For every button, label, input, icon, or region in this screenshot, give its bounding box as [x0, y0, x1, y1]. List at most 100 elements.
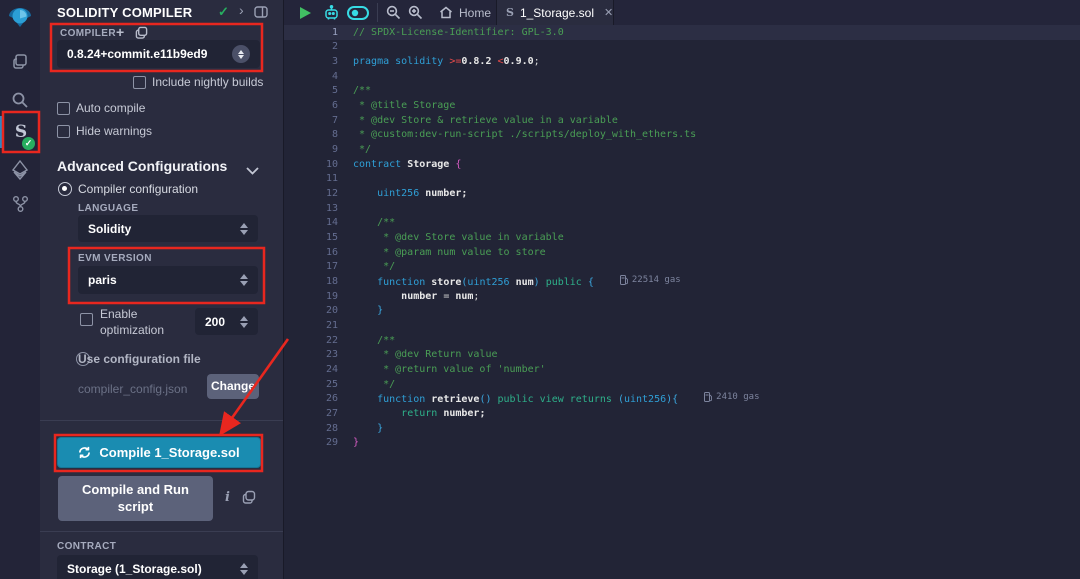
compile-button[interactable]: Compile 1_Storage.sol [57, 437, 261, 468]
code-lines[interactable]: 1// SPDX-License-Identifier: GPL-3.023pr… [284, 25, 1080, 450]
optimization-runs-input[interactable]: 200 [195, 308, 258, 335]
code-line[interactable]: 3pragma solidity >=0.8.2 <0.9.0; [284, 54, 1080, 69]
line-number: 1 [284, 27, 338, 38]
auto-compile-checkbox[interactable] [57, 102, 70, 115]
line-number: 3 [284, 56, 338, 67]
compiler-section-label: COMPILER [60, 28, 116, 39]
hide-warnings-checkbox[interactable] [57, 125, 70, 138]
code-line[interactable]: 8 * @custom:dev-run-script ./scripts/dep… [284, 128, 1080, 143]
line-number: 18 [284, 276, 338, 287]
compiler-configuration-radio[interactable] [58, 182, 72, 196]
code-line[interactable]: 1// SPDX-License-Identifier: GPL-3.0 [284, 25, 1080, 40]
config-file-name[interactable]: compiler_config.json [78, 382, 187, 396]
code-line[interactable]: 5/** [284, 84, 1080, 99]
tab-home[interactable]: Home [430, 0, 500, 25]
divider [377, 3, 378, 22]
contract-select[interactable]: Storage (1_Storage.sol) [57, 555, 258, 579]
refresh-icon [78, 446, 91, 459]
ai-robot-icon[interactable] [320, 0, 342, 25]
remix-logo-icon[interactable] [0, 4, 40, 34]
optimization-runs-value: 200 [205, 315, 240, 329]
compiler-version-value: 0.8.24+commit.e11b9ed9 [67, 47, 232, 61]
file-explorer-icon[interactable] [0, 46, 40, 78]
code-line[interactable]: 15 * @dev Store value in variable [284, 230, 1080, 245]
gas-pump-icon [620, 275, 628, 285]
code-line[interactable]: 21 [284, 318, 1080, 333]
git-icon[interactable] [0, 188, 40, 220]
code-line[interactable]: 29} [284, 435, 1080, 450]
code-line[interactable]: 17 */ [284, 260, 1080, 275]
solidity-compiler-icon[interactable]: S ✓ [0, 116, 40, 148]
line-number: 15 [284, 232, 338, 243]
line-number: 12 [284, 188, 338, 199]
line-number: 23 [284, 349, 338, 360]
language-select[interactable]: Solidity [78, 215, 258, 242]
deploy-run-icon[interactable] [0, 154, 40, 186]
solidity-compiler-panel: SOLIDITY COMPILER ✓ › COMPILER + 0.8.24+… [40, 0, 283, 579]
code-line[interactable]: 27 return number; [284, 406, 1080, 421]
line-number: 22 [284, 335, 338, 346]
divider [40, 420, 283, 421]
compiler-configuration-label: Compiler configuration [78, 182, 198, 196]
add-compiler-icon[interactable]: + [116, 24, 124, 40]
code-line[interactable]: 4 [284, 69, 1080, 84]
line-number: 13 [284, 203, 338, 214]
code-line[interactable]: 14 /** [284, 216, 1080, 231]
contract-section-label: CONTRACT [57, 541, 116, 552]
code-line[interactable]: 19 number = num; [284, 289, 1080, 304]
language-label: LANGUAGE [78, 203, 138, 214]
code-line[interactable]: 24 * @return value of 'number' [284, 362, 1080, 377]
version-stepper-icon[interactable] [232, 45, 250, 63]
code-line[interactable]: 7 * @dev Store & retrieve value in a var… [284, 113, 1080, 128]
code-line[interactable]: 25 */ [284, 377, 1080, 392]
auto-compile-label: Auto compile [76, 101, 145, 115]
compiler-version-select[interactable]: 0.8.24+commit.e11b9ed9 [57, 40, 260, 68]
code-line[interactable]: 28 } [284, 421, 1080, 436]
compile-button-label: Compile 1_Storage.sol [99, 445, 239, 460]
code-line[interactable]: 12 uint256 number; [284, 186, 1080, 201]
line-number: 28 [284, 423, 338, 434]
code-line[interactable]: 16 * @param num value to store [284, 245, 1080, 260]
code-line[interactable]: 2 [284, 40, 1080, 55]
line-number: 8 [284, 129, 338, 140]
panel-layout-icon[interactable] [254, 6, 268, 21]
toggle-icon[interactable] [345, 0, 371, 25]
code-line[interactable]: 23 * @dev Return value [284, 347, 1080, 362]
code-line[interactable]: 6 * @title Storage [284, 98, 1080, 113]
code-line[interactable]: 10contract Storage { [284, 157, 1080, 172]
zoom-out-icon[interactable] [383, 0, 403, 25]
search-icon[interactable] [0, 84, 40, 116]
line-number: 9 [284, 144, 338, 155]
code-line[interactable]: 11 [284, 172, 1080, 187]
evm-version-select[interactable]: paris [78, 266, 258, 294]
change-config-button[interactable]: Change [207, 374, 259, 399]
hide-warnings-label: Hide warnings [76, 124, 152, 138]
code-line[interactable]: 13 [284, 201, 1080, 216]
line-number: 27 [284, 408, 338, 419]
info-icon[interactable]: i [225, 490, 230, 505]
zoom-in-icon[interactable] [405, 0, 425, 25]
advanced-configurations-title[interactable]: Advanced Configurations [57, 158, 227, 174]
code-line[interactable]: 20 } [284, 303, 1080, 318]
enable-optimization-checkbox[interactable] [80, 313, 93, 326]
compile-and-run-button[interactable]: Compile and Run script [58, 476, 213, 521]
play-icon[interactable] [296, 0, 314, 25]
use-configuration-file-label: Use configuration file [78, 352, 201, 366]
chevron-right-icon[interactable]: › [239, 2, 244, 18]
code-line[interactable]: 18 function store(uint256 num) public {2… [284, 274, 1080, 289]
copy-script-icon[interactable] [242, 490, 256, 509]
language-value: Solidity [88, 222, 240, 236]
chevron-down-icon[interactable] [246, 162, 259, 180]
tab-home-label: Home [459, 6, 491, 20]
code-line[interactable]: 22 /** [284, 333, 1080, 348]
code-line[interactable]: 26 function retrieve() public view retur… [284, 391, 1080, 406]
contract-value: Storage (1_Storage.sol) [67, 562, 240, 576]
tab-storage-sol[interactable]: S 1_Storage.sol ✕ [496, 0, 614, 25]
nightly-builds-checkbox[interactable] [133, 76, 146, 89]
line-number: 5 [284, 85, 338, 96]
line-number: 14 [284, 217, 338, 228]
code-line[interactable]: 9 */ [284, 142, 1080, 157]
close-icon[interactable]: ✕ [604, 6, 613, 19]
line-number: 29 [284, 437, 338, 448]
tab-storage-label: 1_Storage.sol [520, 6, 594, 20]
